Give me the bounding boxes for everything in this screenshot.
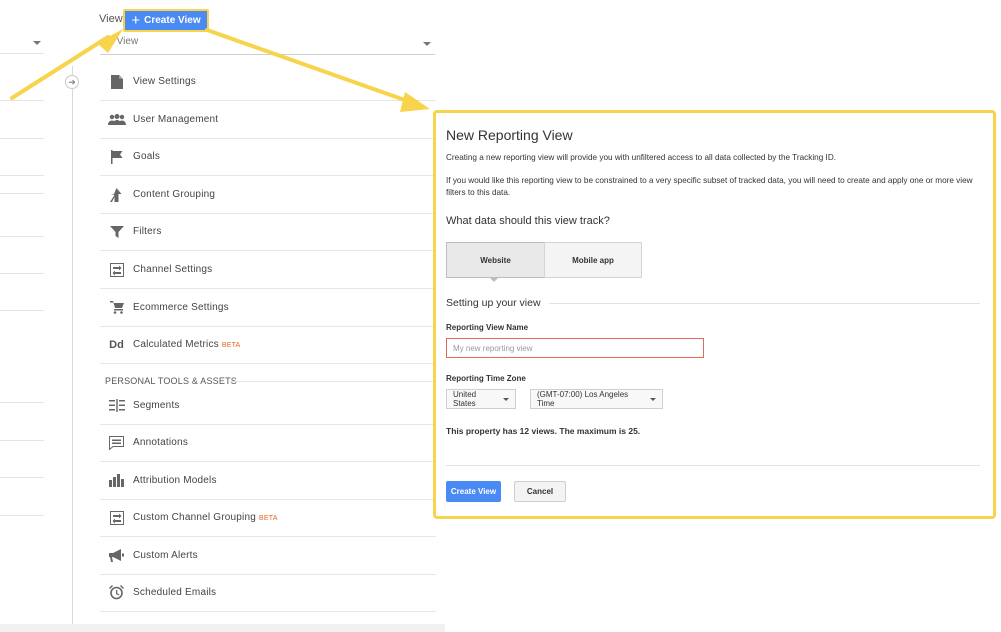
menu-item-goals[interactable]: Goals bbox=[100, 138, 436, 176]
new-reporting-view-panel bbox=[433, 110, 996, 519]
timezone-select[interactable]: (GMT-07:00) Los Angeles Time bbox=[530, 389, 663, 409]
segments-icon bbox=[100, 399, 133, 412]
tab-website[interactable]: Website bbox=[446, 242, 545, 278]
timezone-select-value: (GMT-07:00) Los Angeles Time bbox=[537, 390, 629, 408]
modal-intro-text: Creating a new reporting view will provi… bbox=[446, 153, 837, 162]
menu-item-label-text: Custom Channel Grouping bbox=[133, 512, 256, 523]
menu-item-user-management[interactable]: User Management bbox=[100, 101, 436, 139]
megaphone-icon bbox=[100, 549, 133, 562]
menu-item-label-text: Calculated Metrics bbox=[133, 339, 219, 350]
menu-item-content-grouping[interactable]: Content Grouping bbox=[100, 176, 436, 214]
left-column-divider bbox=[0, 193, 44, 194]
left-column-divider bbox=[0, 310, 44, 311]
track-question: What data should this view track? bbox=[446, 215, 610, 227]
country-select[interactable]: United States bbox=[446, 389, 516, 409]
country-select-value: United States bbox=[453, 390, 477, 408]
menu-item-label: Goals bbox=[133, 151, 161, 162]
left-column-divider bbox=[0, 477, 44, 478]
tab-mobile-app[interactable]: Mobile app bbox=[544, 242, 642, 278]
menu-item-label: View Settings bbox=[133, 76, 197, 87]
menu-item-calculated-metrics[interactable]: Dd Calculated Metrics BETA bbox=[100, 326, 436, 364]
annotation-arrow-left bbox=[10, 35, 110, 100]
menu-item-segments[interactable]: Segments bbox=[100, 387, 436, 425]
reporting-view-name-input[interactable] bbox=[446, 338, 704, 358]
menu-item-attribution-models[interactable]: Attribution Models bbox=[100, 462, 436, 500]
left-column-divider bbox=[0, 515, 44, 516]
view-select-value: ata View bbox=[100, 36, 139, 47]
left-column-divider bbox=[0, 402, 44, 403]
chevron-down-icon bbox=[503, 397, 509, 401]
menu-item-label: Filters bbox=[133, 226, 162, 237]
bottom-scroll-area bbox=[0, 624, 445, 632]
modal-filter-note: If you would like this reporting view to… bbox=[446, 176, 973, 197]
chevron-down-icon[interactable] bbox=[33, 41, 41, 45]
menu-item-label: Channel Settings bbox=[133, 264, 213, 275]
menu-item-custom-channel-grouping[interactable]: Custom Channel Grouping BETA bbox=[100, 499, 436, 537]
left-column-divider bbox=[0, 273, 44, 274]
left-column-divider bbox=[0, 440, 44, 441]
left-column-divider bbox=[0, 138, 44, 139]
modal-footer-divider bbox=[446, 465, 980, 466]
people-icon bbox=[100, 113, 133, 126]
menu-item-label: Annotations bbox=[133, 437, 189, 448]
grouping-icon bbox=[100, 187, 133, 202]
reporting-view-name-label: Reporting View Name bbox=[446, 323, 529, 332]
view-select[interactable]: ata View bbox=[100, 36, 435, 55]
channel-icon bbox=[100, 262, 133, 277]
setup-section-title: Setting up your view bbox=[446, 297, 541, 309]
menu-item-label: Attribution Models bbox=[133, 475, 217, 486]
left-column-divider bbox=[0, 100, 44, 101]
plus-icon: + bbox=[131, 12, 141, 29]
left-column-header-line bbox=[0, 53, 44, 54]
left-column-divider bbox=[0, 175, 44, 176]
column-divider bbox=[72, 66, 73, 624]
left-column-divider bbox=[0, 236, 44, 237]
filter-icon bbox=[100, 225, 133, 238]
menu-item-label: Custom Channel Grouping BETA bbox=[133, 512, 278, 523]
menu-item-scheduled-emails[interactable]: Scheduled Emails bbox=[100, 574, 436, 612]
menu-item-label: Segments bbox=[133, 400, 180, 411]
section-divider bbox=[549, 303, 980, 304]
menu-item-channel-settings[interactable]: Channel Settings bbox=[100, 251, 436, 289]
calculated-metrics-icon: Dd bbox=[109, 338, 124, 351]
document-icon bbox=[100, 74, 133, 89]
reporting-time-zone-label: Reporting Time Zone bbox=[446, 374, 526, 383]
bar-chart-icon bbox=[100, 474, 133, 487]
tab-selected-pointer bbox=[489, 277, 499, 282]
menu-item-label: Calculated Metrics BETA bbox=[133, 339, 240, 350]
menu-item-ecommerce-settings[interactable]: Ecommerce Settings bbox=[100, 289, 436, 327]
channel-grouping-icon bbox=[100, 510, 133, 525]
modal-title: New Reporting View bbox=[446, 127, 573, 143]
cart-icon bbox=[100, 301, 133, 314]
create-view-button-label: Create View bbox=[144, 15, 201, 26]
menu-item-label: Content Grouping bbox=[133, 189, 216, 200]
section-divider bbox=[230, 381, 435, 382]
flag-icon bbox=[100, 149, 133, 164]
create-view-button[interactable]: + Create View bbox=[123, 9, 209, 32]
menu-item-view-settings[interactable]: View Settings bbox=[100, 63, 436, 101]
menu-item-filters[interactable]: Filters bbox=[100, 213, 436, 251]
beta-badge: BETA bbox=[221, 342, 241, 349]
chevron-down-icon bbox=[423, 42, 431, 46]
create-view-submit-button[interactable]: Create View bbox=[446, 481, 501, 502]
beta-badge: BETA bbox=[259, 515, 278, 522]
menu-item-label: User Management bbox=[133, 114, 219, 125]
alarm-clock-icon bbox=[100, 585, 133, 600]
menu-item-label: Custom Alerts bbox=[133, 550, 198, 561]
cancel-button[interactable]: Cancel bbox=[514, 481, 566, 502]
view-column-label: View bbox=[99, 13, 123, 25]
menu-item-label: Scheduled Emails bbox=[133, 587, 217, 598]
view-limit-text: This property has 12 views. The maximum … bbox=[446, 426, 641, 436]
chevron-down-icon bbox=[650, 397, 656, 401]
menu-item-custom-alerts[interactable]: Custom Alerts bbox=[100, 537, 436, 575]
menu-item-label: Ecommerce Settings bbox=[133, 302, 229, 313]
menu-item-annotations[interactable]: Annotations bbox=[100, 424, 436, 462]
section-title-personal-tools: PERSONAL TOOLS & ASSETS bbox=[105, 376, 237, 386]
arrow-right-circle-icon[interactable]: ➜ bbox=[65, 75, 79, 89]
annotation-icon bbox=[100, 435, 133, 450]
